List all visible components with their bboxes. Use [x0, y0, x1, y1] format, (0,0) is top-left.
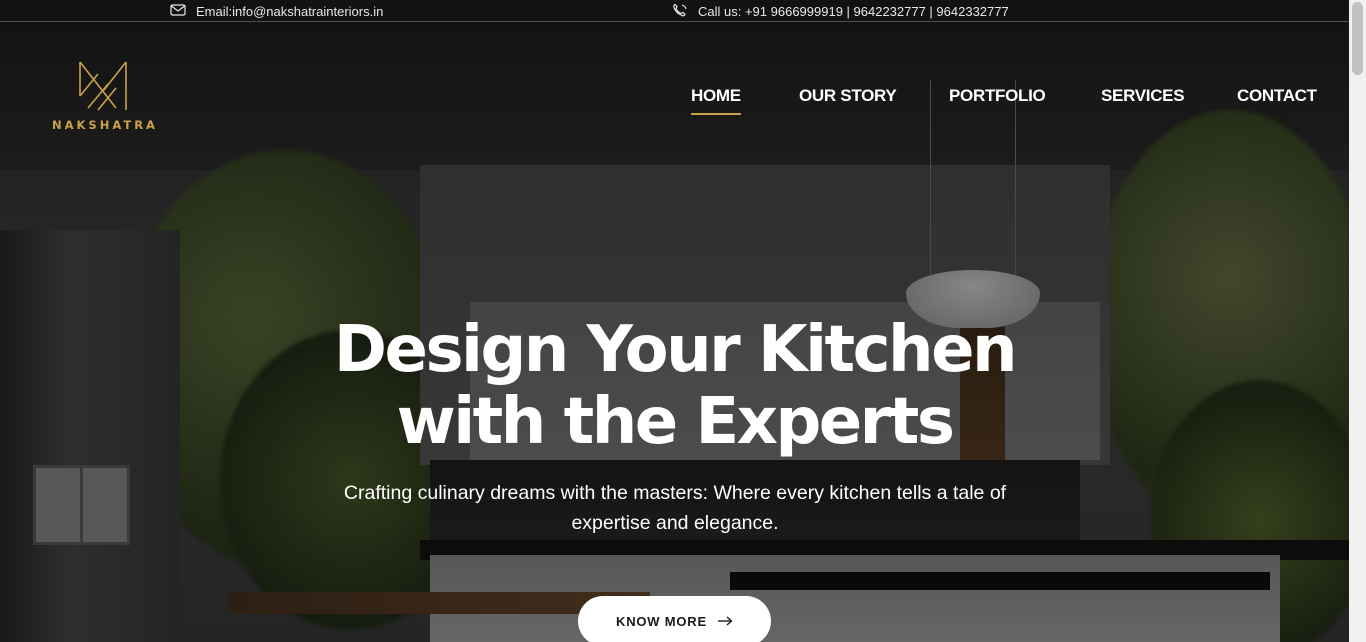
brand-wordmark: NAKSHATRA — [52, 118, 158, 132]
hero-headline-line1: Design Your Kitchen — [333, 313, 1018, 387]
hero-subtext: Crafting culinary dreams with the master… — [343, 482, 1007, 534]
nav-home[interactable]: HOME — [691, 86, 741, 115]
know-more-button[interactable]: KNOW MORE — [578, 596, 771, 642]
phone-icon — [672, 3, 688, 20]
nav-services[interactable]: SERVICES — [1101, 86, 1185, 113]
phone-text: Call us: +91 9666999919 | 9642232777 | 9… — [698, 4, 1009, 19]
hero-headline: Design Your Kitchen with the Experts — [0, 314, 1349, 458]
mail-icon — [170, 3, 186, 20]
scrollbar-thumb[interactable] — [1352, 2, 1363, 75]
phone-link[interactable]: Call us: +91 9666999919 | 9642232777 | 9… — [672, 3, 1009, 20]
contact-topbar: Email:info@nakshatrainteriors.in Call us… — [0, 0, 1349, 22]
arrow-right-icon — [717, 614, 733, 629]
email-link[interactable]: Email:info@nakshatrainteriors.in — [170, 3, 383, 20]
main-nav: HOME OUR STORY PORTFOLIO SERVICES CONTAC… — [0, 86, 1349, 116]
nav-portfolio[interactable]: PORTFOLIO — [949, 86, 1046, 113]
nav-our-story[interactable]: OUR STORY — [799, 86, 897, 113]
page-scrollbar[interactable] — [1349, 0, 1366, 642]
know-more-label: KNOW MORE — [616, 613, 707, 629]
email-text: Email:info@nakshatrainteriors.in — [196, 4, 384, 19]
hero-headline-line2: with the Experts — [396, 385, 955, 459]
nav-contact[interactable]: CONTACT — [1237, 86, 1317, 113]
